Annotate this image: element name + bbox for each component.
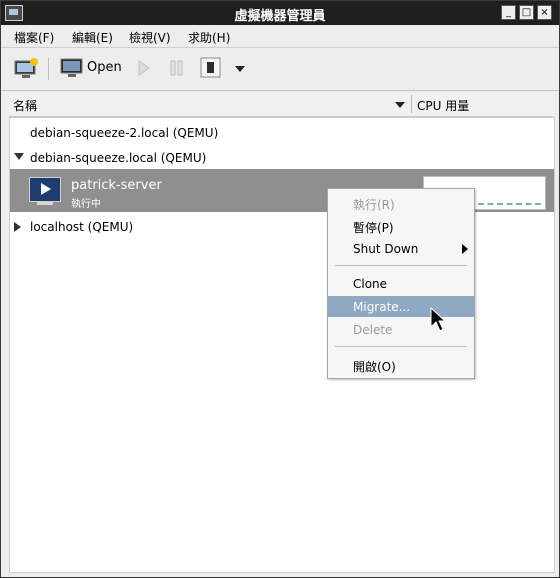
vm-name: patrick-server [71, 178, 162, 193]
menu-separator [335, 265, 467, 266]
menu-item-open[interactable]: 開啟(O) [328, 354, 474, 375]
menu-item-label: Clone [353, 277, 388, 291]
toolbar: Open [1, 48, 559, 91]
connection-label: localhost (QEMU) [30, 220, 134, 234]
new-connection-button[interactable] [13, 57, 41, 81]
expand-right-icon[interactable] [14, 222, 21, 232]
expand-down-icon[interactable] [14, 153, 24, 160]
menu-item-label: Shut Down [353, 242, 419, 256]
minimize-icon[interactable]: _ [501, 5, 516, 20]
open-label: Open [87, 60, 122, 75]
titlebar[interactable]: 虛擬機器管理員 _ □ × [1, 1, 559, 25]
new-connection-icon [14, 58, 38, 78]
cpu-column-header[interactable]: CPU 用量 [417, 97, 469, 114]
maximize-icon[interactable]: □ [519, 5, 534, 20]
menu-item-label: 執行(R) [353, 198, 395, 212]
pause-icon [170, 60, 183, 76]
monitor-icon [60, 58, 83, 77]
menu-item-label: 開啟(O) [353, 360, 396, 374]
connection-label: debian-squeeze-2.local (QEMU) [30, 126, 219, 140]
menu-item-run[interactable]: 執行(R) [328, 192, 474, 213]
vm-running-icon [29, 177, 61, 202]
shutdown-icon [200, 57, 221, 78]
cpu-graph-line [478, 203, 541, 205]
toolbar-separator [48, 58, 49, 80]
vm-status: 執行中 [71, 199, 101, 210]
connection-label: debian-squeeze.local (QEMU) [30, 151, 207, 165]
menu-item-shutdown[interactable]: Shut Down [328, 238, 474, 259]
menu-help[interactable]: 求助(H) [188, 29, 230, 46]
menu-view[interactable]: 檢視(V) [129, 29, 171, 46]
dropdown-icon [235, 66, 245, 72]
menu-item-delete[interactable]: Delete [328, 319, 474, 340]
vm-context-menu: 執行(R) 暫停(P) Shut Down Clone Migrate... D… [327, 188, 475, 379]
open-button[interactable]: Open [60, 57, 126, 81]
run-button[interactable] [135, 57, 153, 81]
menubar: 檔案(F) 編輯(E) 檢視(V) 求助(H) [1, 25, 559, 48]
column-header: 名稱 CPU 用量 [9, 93, 553, 117]
menu-edit[interactable]: 編輯(E) [72, 29, 113, 46]
shutdown-menu-button[interactable] [233, 57, 247, 81]
run-icon [138, 60, 150, 76]
menu-item-label: Migrate... [353, 300, 411, 314]
vm-monitor-stand [37, 202, 53, 205]
virt-manager-window: 虛擬機器管理員 _ □ × 檔案(F) 編輯(E) 檢視(V) 求助(H) Op… [0, 0, 560, 578]
connection-row[interactable]: debian-squeeze-2.local (QEMU) [10, 120, 554, 144]
connection-row[interactable]: debian-squeeze.local (QEMU) [10, 145, 554, 169]
mouse-cursor-icon [430, 307, 446, 332]
window-title: 虛擬機器管理員 [234, 9, 326, 24]
menu-item-pause[interactable]: 暫停(P) [328, 215, 474, 236]
close-icon[interactable]: × [537, 5, 552, 20]
name-column-header[interactable]: 名稱 [13, 97, 37, 114]
menu-item-label: Delete [353, 323, 393, 337]
submenu-arrow-icon [462, 244, 468, 254]
menu-file[interactable]: 檔案(F) [14, 29, 54, 46]
menu-item-migrate[interactable]: Migrate... [328, 296, 474, 317]
sort-arrow-icon[interactable] [395, 102, 405, 108]
pause-button[interactable] [168, 57, 186, 81]
menu-separator [335, 346, 467, 347]
menu-item-label: 暫停(P) [353, 221, 394, 235]
shutdown-button[interactable] [200, 57, 222, 81]
menu-item-clone[interactable]: Clone [328, 273, 474, 294]
column-separator[interactable] [411, 95, 412, 113]
